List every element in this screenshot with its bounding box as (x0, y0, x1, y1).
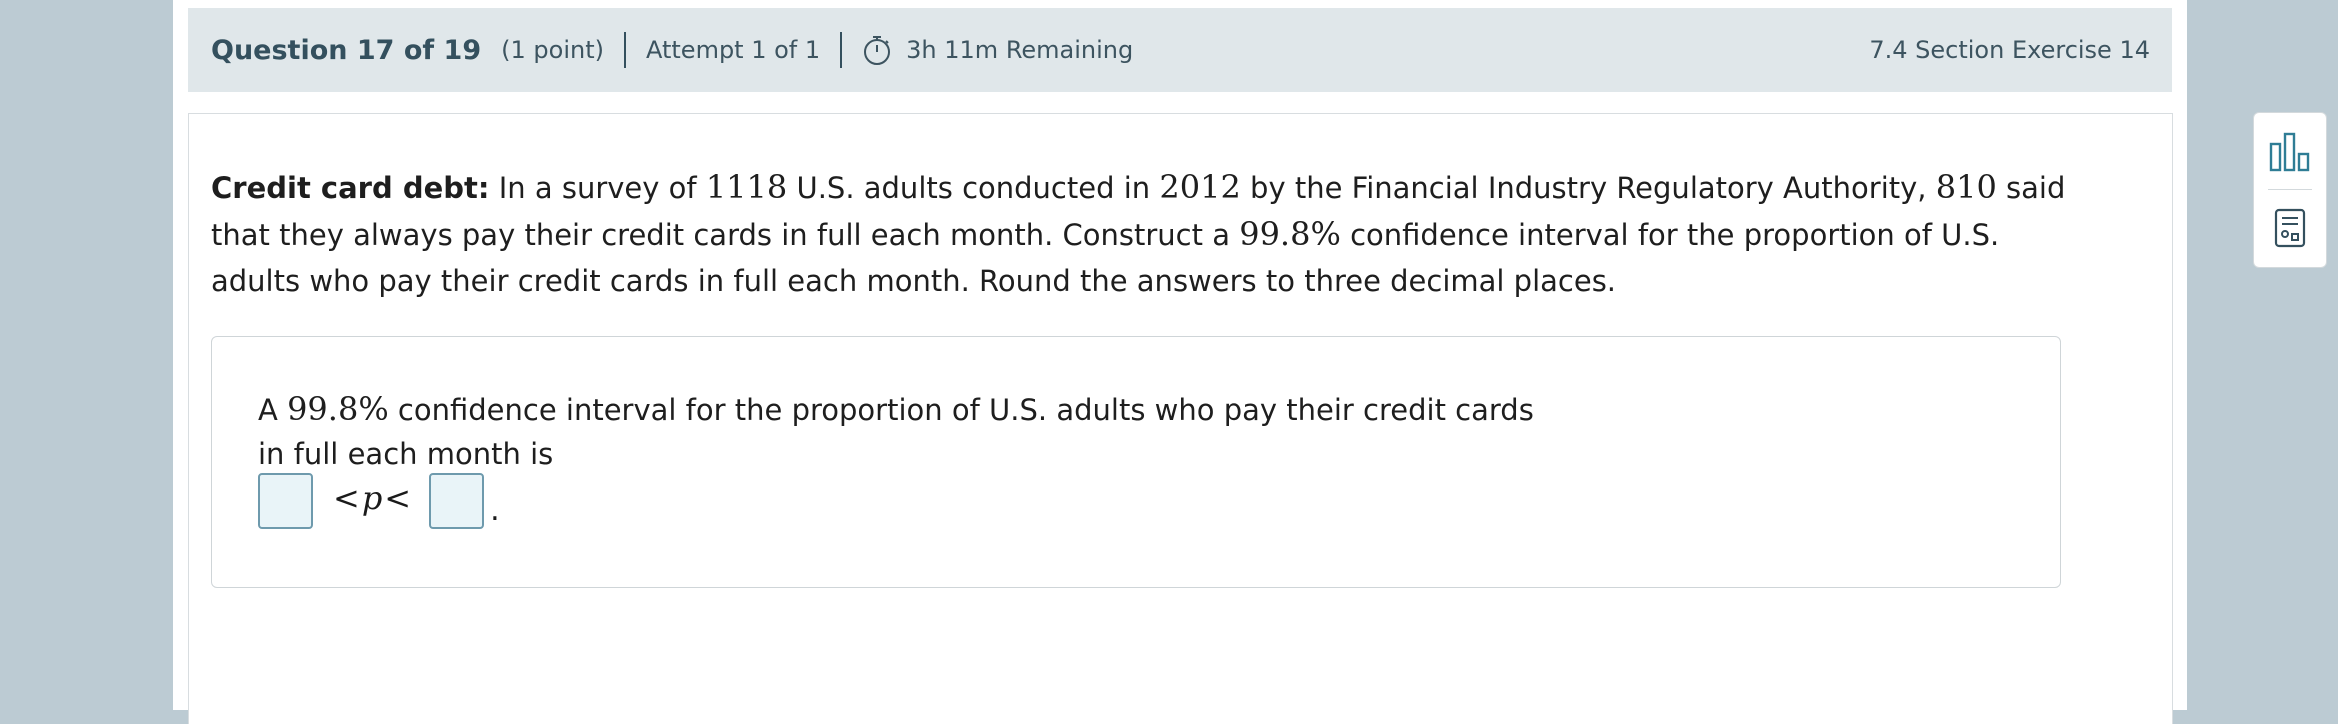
inequality-expression: <p< (333, 479, 412, 517)
time-remaining: 3h 11m Remaining (906, 36, 1134, 64)
section-label: 7.4 Section Exercise 14 (1869, 36, 2150, 64)
question-header: Question 17 of 19 (1 point) Attempt 1 of… (188, 8, 2172, 92)
header-divider (623, 32, 626, 68)
tools-panel (2253, 112, 2327, 268)
problem-title: Credit card debt: (211, 171, 490, 205)
page: Question 17 of 19 (1 point) Attempt 1 of… (173, 0, 2327, 724)
question-card: Credit card debt: In a survey of 1118 U.… (188, 113, 2173, 724)
answer-prompt: A 99.8% confidence interval for the prop… (258, 390, 1534, 471)
question-points: (1 point) (501, 36, 604, 64)
timer: 3h 11m Remaining (862, 34, 1133, 66)
answer-box: A 99.8% confidence interval for the prop… (211, 336, 2061, 588)
attempt-counter: Attempt 1 of 1 (645, 36, 821, 64)
stopwatch-icon (864, 36, 891, 65)
lower-bound-input[interactable] (258, 473, 313, 529)
question-number: Question 17 of 19 (211, 34, 482, 66)
upper-bound-input[interactable] (429, 473, 485, 529)
interval-inequality: <p< . (258, 473, 500, 529)
header-divider (840, 32, 843, 68)
bar-chart-icon (2269, 132, 2310, 172)
tools-divider (2268, 189, 2312, 190)
problem-statement: Credit card debt: In a survey of 1118 U.… (211, 168, 2066, 298)
calculator-button[interactable] (2254, 191, 2326, 265)
calculator-icon (2274, 208, 2306, 248)
period: . (490, 492, 500, 528)
data-tool-button[interactable] (2254, 115, 2326, 189)
